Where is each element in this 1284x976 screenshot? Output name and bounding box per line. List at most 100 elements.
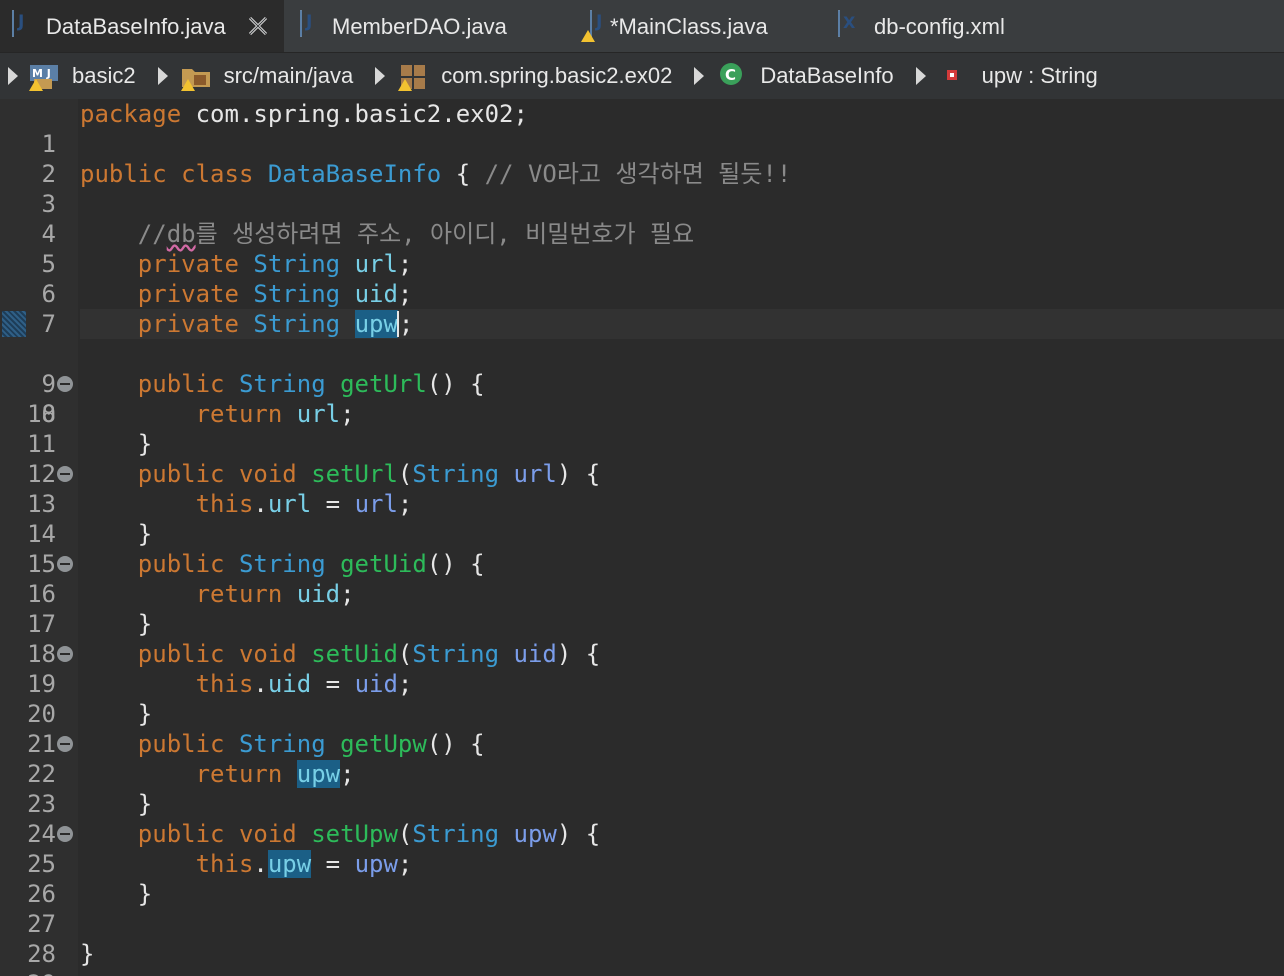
keyword: public [137, 550, 225, 578]
breadcrumb-source-folder[interactable]: src/main/java [180, 61, 354, 91]
punctuation: ) { [556, 460, 601, 488]
brace: } [137, 700, 153, 728]
line-number: 29 [0, 969, 56, 976]
code-line: 27 } [0, 879, 1284, 938]
type-name: String [238, 730, 326, 758]
code-line: 6 private String url; [0, 249, 1284, 308]
keyword: class [181, 160, 254, 188]
code-line: 25 public void setUpw(String upw) { [0, 819, 1284, 878]
punctuation: . [253, 850, 268, 878]
field-name: url [354, 250, 398, 278]
keyword: public [137, 640, 225, 668]
keyword: package [80, 100, 182, 128]
field-name: uid [267, 670, 312, 698]
type-name: String [238, 550, 326, 578]
code-line: 29 } [0, 939, 1284, 976]
code-line: 22 public String getUpw() { [0, 729, 1284, 788]
punctuation: ) { [556, 820, 601, 848]
code-line: 3 public class DataBaseInfo { // VO라고 생각… [0, 159, 1284, 218]
tab-db-config-xml[interactable]: db-config.xml [838, 0, 1068, 52]
keyword: this [195, 490, 254, 518]
editor-tab-bar: DataBaseInfo.java MemberDAO.java *MainCl… [0, 0, 1284, 53]
source-folder-icon [180, 61, 210, 91]
tab-label: MemberDAO.java [332, 14, 507, 39]
field-name-highlighted: upw [354, 310, 398, 338]
code-editor[interactable]: 1 package com.spring.basic2.ex02; 2 3 pu… [0, 99, 1284, 976]
code-line: 4 [0, 189, 1284, 248]
code-line: 26 this.upw = upw; [0, 849, 1284, 908]
semicolon: ; [398, 310, 414, 338]
brace: } [137, 520, 153, 548]
method-name: getUpw [340, 730, 427, 758]
breadcrumb-label: upw : String [981, 63, 1098, 88]
code-line: 21 } [0, 699, 1284, 758]
fold-collapse-icon[interactable] [57, 646, 73, 662]
field-name: url [296, 400, 341, 428]
type-name: String [253, 250, 341, 278]
brace: } [137, 790, 153, 818]
class-name: DataBaseInfo [267, 160, 442, 188]
fold-collapse-icon[interactable] [57, 826, 73, 842]
maven-project-icon: M J [28, 61, 58, 91]
method-name: setUrl [311, 460, 398, 488]
keyword: public [137, 820, 225, 848]
semicolon: ; [340, 400, 355, 428]
tab-memberdao-java[interactable]: MemberDAO.java [284, 0, 570, 52]
code-line: 11 return url; [0, 399, 1284, 458]
keyword: this [195, 850, 254, 878]
semicolon: ; [397, 250, 413, 278]
fold-collapse-icon[interactable] [57, 736, 73, 752]
chevron-right-icon [375, 67, 386, 85]
type-name: String [238, 370, 326, 398]
fold-collapse-icon[interactable] [57, 376, 73, 392]
code-line: 14 this.url = url; [0, 489, 1284, 548]
keyword: private [137, 310, 239, 338]
tab-label: DataBaseInfo.java [46, 14, 226, 39]
code-line: 28 [0, 909, 1284, 968]
keyword: void [238, 820, 297, 848]
keyword: return [195, 400, 283, 428]
comment: // [137, 220, 167, 248]
close-icon[interactable] [247, 15, 269, 37]
tab-databaseinfo-java[interactable]: DataBaseInfo.java [0, 0, 284, 52]
breadcrumb-package[interactable]: com.spring.basic2.ex02 [397, 61, 672, 91]
code-line: 12 } [0, 429, 1284, 488]
parameter-name: url [513, 460, 557, 488]
keyword: private [137, 250, 239, 278]
breadcrumb-project[interactable]: M J basic2 [28, 61, 136, 91]
type-name: String [253, 310, 341, 338]
keyword: private [137, 280, 239, 308]
type-name: String [253, 280, 341, 308]
breadcrumb-class[interactable]: C DataBaseInfo [716, 61, 894, 91]
code-line: 23 return upw; [0, 759, 1284, 818]
breadcrumb-label: src/main/java [223, 63, 354, 88]
fold-collapse-icon[interactable] [57, 556, 73, 572]
breadcrumb: M J basic2 src/main/java com.spring.basi… [0, 53, 1284, 99]
code-line: 1 package com.spring.basic2.ex02; [0, 99, 1284, 158]
code-line: 17 return uid; [0, 579, 1284, 638]
keyword: public [80, 160, 167, 188]
tab-mainclass-java[interactable]: *MainClass.java [570, 0, 838, 52]
package-icon [397, 61, 427, 91]
punctuation: () { [426, 550, 485, 578]
keyword: public [137, 370, 225, 398]
field-name: uid [354, 280, 398, 308]
occurrence-marker-icon[interactable] [2, 311, 26, 337]
chevron-right-icon [915, 67, 926, 85]
punctuation: . [253, 490, 268, 518]
keyword: return [195, 760, 283, 788]
breadcrumb-field[interactable]: upw : String [938, 61, 1098, 91]
tab-label: db-config.xml [874, 14, 1005, 39]
breadcrumb-label: DataBaseInfo [760, 63, 894, 88]
code-line-current: 8 private String upw; [0, 309, 1284, 428]
semicolon: ; [397, 280, 413, 308]
parameter-name: upw [513, 820, 557, 848]
brace: } [137, 880, 153, 908]
keyword: void [238, 640, 297, 668]
brace: } [137, 430, 153, 458]
chevron-right-icon [157, 67, 168, 85]
fold-collapse-icon[interactable] [57, 466, 73, 482]
java-file-icon [300, 10, 322, 39]
parameter-name: url [354, 490, 398, 518]
parameter-name: upw [354, 850, 398, 878]
